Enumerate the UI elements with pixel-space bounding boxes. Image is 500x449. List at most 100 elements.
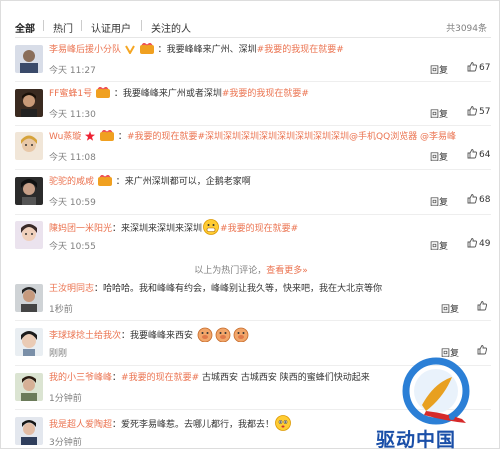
like-button[interactable]: 49 <box>467 238 490 249</box>
comment-separator: ： <box>115 177 125 187</box>
comment-username[interactable]: Wu蒸璇 <box>49 132 81 142</box>
comment-text: 哈哈哈。我和峰峰有约会，峰峰别让我久等，快来吧，我在大北京等你 <box>103 284 383 294</box>
comment-time: 今天 11:30 <box>49 110 96 120</box>
reply-button[interactable]: 回复 <box>430 63 448 76</box>
comment-body: FF蜜蜂1号 ：我要峰峰来广州或者深圳#我要的我现在就要# <box>49 86 489 103</box>
comment-username[interactable]: 驼驼的咸咸 <box>49 177 94 187</box>
comment-text: 来广州深圳都可以，企鹅老家啊 <box>124 177 251 187</box>
vip-icon <box>139 42 154 59</box>
comment-time: 今天 10:55 <box>49 242 96 252</box>
thumbs-up-icon <box>467 238 479 249</box>
like-button[interactable]: 57 <box>467 106 490 117</box>
watermark-text: 驱动中国 <box>376 429 457 449</box>
comment-username[interactable]: FF蜜蜂1号 <box>49 89 92 99</box>
tab-divider <box>43 20 44 31</box>
vip-icon <box>95 86 110 103</box>
tab-all[interactable]: 全部 <box>15 20 35 35</box>
tab-verified-users[interactable]: 认证用户 <box>91 20 131 35</box>
comment-separator: ： <box>113 89 123 99</box>
comment-hashtag[interactable]: #我要的现在就要#深圳深圳深圳深圳深圳深圳深圳深圳@手机QQ浏览器 @李易峰 <box>127 132 456 142</box>
tab-hot[interactable]: 热门 <box>53 20 73 35</box>
comment-time: 今天 11:27 <box>49 66 96 76</box>
verified-v-icon <box>125 44 135 59</box>
comment-body: 李球球捻土给我次：我要峰峰来西安 <box>49 326 489 347</box>
avatar[interactable] <box>15 177 43 205</box>
comment-username[interactable]: 李球球捻土给我次 <box>49 331 121 341</box>
hot-comments-divider: 以上为热门评论，查看更多» <box>1 263 500 276</box>
thumbs-up-icon <box>467 194 479 205</box>
comment-time: 今天 10:59 <box>49 198 96 208</box>
comment-item: 王汝明同志：哈哈哈。我和峰峰有约会，峰峰别让我久等，快来吧，我在大北京等你 1秒… <box>15 282 491 318</box>
comment-hashtag[interactable]: #我要的我现在就要# <box>222 89 309 99</box>
tab-following[interactable]: 关注的人 <box>151 20 191 35</box>
reply-button[interactable]: 回复 <box>430 195 448 208</box>
divider <box>15 320 491 321</box>
thumbs-up-icon <box>467 149 479 160</box>
like-button[interactable]: 68 <box>467 194 490 205</box>
like-count: 67 <box>479 63 491 73</box>
tab-divider <box>141 20 142 31</box>
comment-body: 王汝明同志：哈哈哈。我和峰峰有约会，峰峰别让我久等，快来吧，我在大北京等你 <box>49 282 489 296</box>
reply-button[interactable]: 回复 <box>430 107 448 120</box>
comment-item: FF蜜蜂1号 ：我要峰峰来广州或者深圳#我要的我现在就要# 今天 11:30 回… <box>15 86 491 123</box>
like-button[interactable] <box>477 301 489 312</box>
vip-icon <box>97 174 112 191</box>
like-button[interactable]: 64 <box>467 149 490 160</box>
avatar[interactable] <box>15 373 43 401</box>
avatar[interactable] <box>15 221 43 249</box>
comment-username[interactable]: 李易峰后援小分队 <box>49 45 121 55</box>
comment-text: 我要峰峰来广州或者深圳 <box>122 89 222 99</box>
comment-username[interactable]: 我是超人爱陶超 <box>49 420 112 430</box>
thumbs-up-icon <box>467 62 479 73</box>
like-count: 64 <box>479 150 491 160</box>
comment-body: 陳妈团一米阳光：来深圳来深圳来深圳 #我要的现在就要# <box>49 219 489 240</box>
comment-text: 我要峰峰来广州、深圳 <box>166 45 257 55</box>
comment-time: 1分钟前 <box>49 394 82 404</box>
tab-divider <box>81 20 82 31</box>
avatar[interactable] <box>15 45 43 73</box>
comment-body: 驼驼的咸咸 ：来广州深圳都可以，企鹅老家啊 <box>49 174 489 191</box>
avatar[interactable] <box>15 132 43 160</box>
comment-time: 刚刚 <box>49 349 68 359</box>
view-more-link[interactable]: 查看更多» <box>266 266 308 276</box>
comment-text: 古城西安 古城西安 陕西的蜜蜂们快动起来 <box>202 373 370 383</box>
comment-panel: 全部 热门 认证用户 关注的人 共3094条 李易峰后援小分队 ：我要峰峰来广州… <box>0 0 500 449</box>
like-count: 68 <box>479 195 491 205</box>
divider <box>15 169 491 170</box>
divider <box>15 125 491 126</box>
comment-hashtag[interactable]: #我要的我现在就要# <box>257 45 344 55</box>
pig-face-emoji-icon <box>197 326 213 347</box>
comment-username[interactable]: 陳妈团一米阳光 <box>49 224 112 234</box>
comment-hashtag[interactable]: #我要的现在就要# <box>121 373 199 383</box>
comment-time: 1秒前 <box>49 305 73 315</box>
comment-separator: ： <box>112 224 122 234</box>
comment-item: 李易峰后援小分队 ：我要峰峰来广州、深圳#我要的我现在就要# 今天 11:27 … <box>15 42 491 79</box>
like-count: 57 <box>479 107 491 117</box>
avatar[interactable] <box>15 417 43 445</box>
star-icon <box>85 131 96 146</box>
comment-item: 驼驼的咸咸 ：来广州深圳都可以，企鹅老家啊 今天 10:59 回复 68 <box>15 174 491 211</box>
comment-username[interactable]: 王汝明同志 <box>49 284 94 294</box>
hot-comments-text: 以上为热门评论， <box>194 266 267 276</box>
comment-filter-tabs: 全部 热门 认证用户 关注的人 共3094条 <box>15 17 491 37</box>
comment-separator: ： <box>121 331 131 341</box>
like-button[interactable]: 67 <box>467 62 490 73</box>
comment-body: Wu蒸璇 ：#我要的现在就要#深圳深圳深圳深圳深圳深圳深圳深圳@手机QQ浏览器 … <box>49 129 489 146</box>
thumbs-up-icon <box>477 301 489 312</box>
divider <box>15 214 491 215</box>
comment-username[interactable]: 我的小三爷峰峰 <box>49 373 112 383</box>
divider <box>15 81 491 82</box>
thumbs-up-icon <box>467 106 479 117</box>
reply-button[interactable]: 回复 <box>441 302 459 315</box>
comment-hashtag[interactable]: #我要的现在就要# <box>220 224 298 234</box>
grin-emoji-icon <box>203 219 219 240</box>
comment-separator: ： <box>112 373 122 383</box>
comment-text: 爱死李易峰惹。去哪儿都行，我都去！ <box>121 420 275 430</box>
reply-button[interactable]: 回复 <box>430 239 448 252</box>
reply-button[interactable]: 回复 <box>430 150 448 163</box>
comment-separator: ： <box>157 45 167 55</box>
avatar[interactable] <box>15 328 43 356</box>
comment-body: 李易峰后援小分队 ：我要峰峰来广州、深圳#我要的我现在就要# <box>49 42 489 59</box>
avatar[interactable] <box>15 89 43 117</box>
avatar[interactable] <box>15 284 43 312</box>
